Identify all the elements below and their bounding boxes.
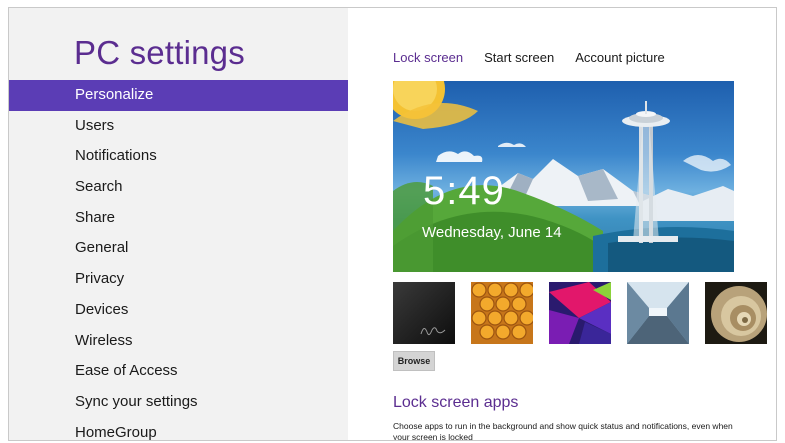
sidebar-item-general[interactable]: General bbox=[9, 233, 348, 264]
sidebar: PC settings Personalize Users Notificati… bbox=[9, 8, 348, 440]
sidebar-item-privacy[interactable]: Privacy bbox=[9, 264, 348, 295]
lock-screen-time: 5:49 bbox=[423, 169, 505, 213]
sidebar-item-personalize[interactable]: Personalize bbox=[9, 80, 348, 111]
background-thumbnail-geometric[interactable] bbox=[549, 282, 611, 344]
page-title: PC settings bbox=[74, 34, 245, 71]
background-thumbnail-honeycomb[interactable] bbox=[471, 282, 533, 344]
tab-bar: Lock screen Start screen Account picture bbox=[393, 50, 665, 65]
settings-nav: Personalize Users Notifications Search S… bbox=[9, 80, 348, 440]
sidebar-item-wireless[interactable]: Wireless bbox=[9, 326, 348, 357]
lock-screen-preview: 5:49 Wednesday, June 14 bbox=[393, 81, 734, 272]
settings-window: PC settings Personalize Users Notificati… bbox=[8, 7, 777, 441]
lock-screen-date: Wednesday, June 14 bbox=[422, 224, 562, 241]
lock-screen-apps-title: Lock screen apps bbox=[393, 394, 519, 411]
tab-lock-screen[interactable]: Lock screen bbox=[393, 50, 463, 65]
background-thumbnail-shell[interactable] bbox=[705, 282, 767, 344]
sidebar-item-ease-of-access[interactable]: Ease of Access bbox=[9, 356, 348, 387]
sidebar-item-search[interactable]: Search bbox=[9, 172, 348, 203]
tab-start-screen[interactable]: Start screen bbox=[484, 50, 554, 65]
sidebar-item-devices[interactable]: Devices bbox=[9, 295, 348, 326]
sidebar-item-users[interactable]: Users bbox=[9, 111, 348, 142]
browse-button[interactable]: Browse bbox=[393, 351, 435, 371]
sidebar-item-notifications[interactable]: Notifications bbox=[9, 141, 348, 172]
lock-screen-apps-description: Choose apps to run in the background and… bbox=[393, 421, 733, 441]
background-thumbnails bbox=[393, 282, 767, 344]
sidebar-item-share[interactable]: Share bbox=[9, 203, 348, 234]
background-thumbnail-dark[interactable] bbox=[393, 282, 455, 344]
sidebar-item-homegroup[interactable]: HomeGroup bbox=[9, 418, 348, 440]
sidebar-item-sync-settings[interactable]: Sync your settings bbox=[9, 387, 348, 418]
main-content: Lock screen Start screen Account picture bbox=[348, 8, 776, 440]
tab-account-picture[interactable]: Account picture bbox=[575, 50, 665, 65]
background-thumbnail-tunnel[interactable] bbox=[627, 282, 689, 344]
